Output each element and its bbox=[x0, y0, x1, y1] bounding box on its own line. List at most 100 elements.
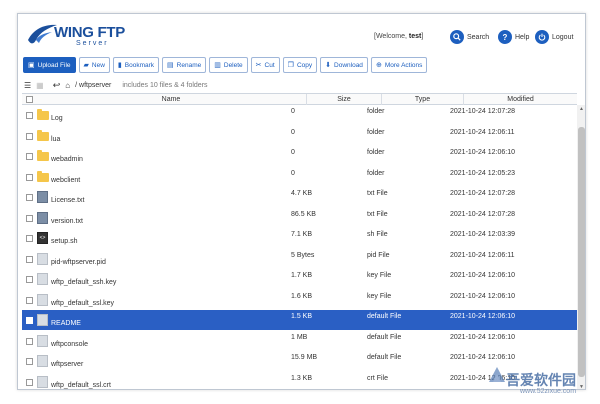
rename-icon: ▤ bbox=[167, 61, 174, 69]
row-checkbox[interactable] bbox=[26, 214, 33, 222]
search-link[interactable]: Search bbox=[450, 29, 489, 45]
file-size: 1 MB bbox=[291, 333, 308, 341]
row-checkbox[interactable] bbox=[26, 132, 33, 140]
text-file-icon bbox=[37, 191, 48, 203]
scrollbar[interactable]: ▲ ▼ bbox=[577, 105, 585, 389]
cut-button[interactable]: ✂ Cut bbox=[250, 57, 280, 73]
scissors-icon: ✂ bbox=[255, 61, 262, 69]
file-size: 1.3 KB bbox=[291, 374, 313, 382]
column-modified[interactable]: Modified bbox=[463, 94, 577, 105]
logout-link[interactable]: Logout bbox=[535, 29, 573, 45]
list-view-icon[interactable]: ☰ bbox=[24, 81, 31, 90]
row-checkbox[interactable] bbox=[26, 296, 33, 304]
table-row[interactable]: webadmin 0 folder 2021-10-24 12:06:10 bbox=[22, 146, 577, 166]
file-name: version.txt bbox=[51, 217, 83, 225]
row-checkbox[interactable] bbox=[26, 358, 33, 365]
scroll-up-icon[interactable]: ▲ bbox=[578, 106, 585, 112]
row-checkbox[interactable] bbox=[26, 337, 33, 345]
file-icon bbox=[37, 334, 48, 347]
watermark: 吾爱软件园 www.52zixue.com bbox=[486, 360, 596, 400]
table-row[interactable]: License.txt 4.7 KB txt File 2021-10-24 12:0… bbox=[22, 187, 577, 207]
table-row[interactable]: <> setup.sh 7.1 KB sh File 2021-10-24 12:03:… bbox=[22, 228, 577, 248]
bookmark-button[interactable]: ▮ Bookmark bbox=[112, 57, 160, 73]
row-checkbox[interactable] bbox=[26, 153, 33, 160]
row-checkbox[interactable] bbox=[26, 378, 33, 386]
file-modified: 2021-10-24 12:06:10 bbox=[450, 313, 515, 320]
table-row[interactable]: lua 0 folder 2021-10-24 12:06:11 bbox=[22, 126, 577, 146]
new-folder-icon: ▰ bbox=[83, 61, 89, 69]
file-type: txt File bbox=[367, 210, 388, 218]
file-modified: 2021-10-24 12:06:10 bbox=[450, 333, 515, 341]
row-checkbox[interactable] bbox=[26, 194, 33, 201]
file-type: folder bbox=[367, 149, 385, 156]
table-row[interactable]: wftpconsole 1 MB default File 2021-10-24 12… bbox=[22, 331, 577, 351]
folder-icon bbox=[37, 109, 49, 120]
new-button[interactable]: ▰ New bbox=[78, 57, 110, 73]
row-checkbox[interactable] bbox=[26, 317, 33, 324]
text-file-icon bbox=[37, 211, 48, 224]
file-size: 7.1 KB bbox=[291, 231, 313, 238]
file-modified: 2021-10-24 12:05:23 bbox=[450, 169, 515, 177]
more-actions-button[interactable]: ⊕ More Actions bbox=[370, 57, 428, 73]
file-modified: 2021-10-24 12:07:28 bbox=[450, 108, 515, 115]
row-checkbox[interactable] bbox=[26, 112, 33, 119]
help-link[interactable]: ? Help bbox=[498, 29, 529, 45]
file-modified: 2021-10-24 12:06:10 bbox=[450, 149, 515, 156]
app-window: WING FTP Server [Welcome, test] Search ?… bbox=[17, 13, 586, 390]
file-name: Log bbox=[51, 115, 63, 122]
back-arrow-icon[interactable]: ↩ bbox=[53, 80, 61, 91]
file-size: 15.9 MB bbox=[291, 354, 318, 361]
folder-summary: includes 10 files & 4 folders bbox=[122, 81, 208, 89]
file-size: 1.5 KB bbox=[291, 313, 313, 320]
file-type: folder bbox=[367, 169, 385, 177]
column-name[interactable]: Name bbox=[36, 94, 306, 105]
file-size: 0 bbox=[291, 169, 295, 177]
file-icon bbox=[37, 375, 48, 388]
table-row[interactable]: webclient 0 folder 2021-10-24 12:05:23 bbox=[22, 167, 577, 187]
help-icon: ? bbox=[498, 30, 512, 44]
row-checkbox[interactable] bbox=[26, 255, 33, 263]
column-size[interactable]: Size bbox=[306, 94, 381, 105]
table-row[interactable]: pid-wftpserver.pid 5 Bytes pid File 2021-10… bbox=[22, 249, 577, 269]
copy-button[interactable]: ❐ Copy bbox=[282, 57, 318, 73]
table-row[interactable]: wftp_default_ssh.key 1.7 KB key File 2021-1… bbox=[22, 269, 577, 289]
search-icon bbox=[450, 30, 464, 44]
scrollbar-thumb[interactable] bbox=[578, 127, 585, 377]
grid-view-icon[interactable]: ▦ bbox=[36, 81, 44, 90]
column-type[interactable]: Type bbox=[381, 94, 463, 105]
file-type: folder bbox=[367, 128, 385, 136]
username: test bbox=[408, 33, 422, 40]
table-row[interactable]: Log 0 folder 2021-10-24 12:07:28 bbox=[22, 105, 577, 125]
plus-circle-icon: ⊕ bbox=[375, 61, 382, 69]
upload-file-button[interactable]: ▣ Upload File bbox=[23, 57, 76, 73]
file-modified: 2021-10-24 12:06:10 bbox=[450, 272, 515, 279]
download-button[interactable]: ⬇ Download bbox=[320, 57, 368, 73]
file-name: webadmin bbox=[51, 156, 83, 163]
upload-icon: ▣ bbox=[28, 61, 35, 69]
bookmark-icon: ▮ bbox=[117, 61, 122, 69]
current-path: / wftpserver bbox=[75, 81, 112, 89]
file-size: 0 bbox=[291, 108, 295, 115]
table-row[interactable]: version.txt 86.5 KB txt File 2021-10-24 12:… bbox=[22, 208, 577, 228]
row-checkbox[interactable] bbox=[26, 173, 33, 181]
table-row[interactable]: README 1.5 KB default File 2021-10-24 12:06… bbox=[22, 310, 577, 330]
select-all-checkbox[interactable] bbox=[26, 96, 33, 103]
watermark-text: 吾爱软件园 bbox=[506, 372, 576, 388]
file-name: License.txt bbox=[51, 197, 85, 204]
script-file-icon: <> bbox=[37, 232, 48, 244]
file-name: pid-wftpserver.pid bbox=[51, 258, 106, 266]
file-list: Log 0 folder 2021-10-24 12:07:28 lua 0 folder 2… bbox=[22, 105, 577, 389]
logo[interactable]: WING FTP Server bbox=[26, 20, 126, 52]
rename-button[interactable]: ▤ Rename bbox=[162, 57, 207, 73]
home-icon[interactable]: ⌂ bbox=[65, 81, 70, 90]
file-modified: 2021-10-24 12:06:11 bbox=[450, 128, 515, 136]
file-type: default File bbox=[367, 333, 402, 341]
row-checkbox[interactable] bbox=[26, 235, 33, 242]
delete-button[interactable]: ▥ Delete bbox=[209, 57, 248, 73]
file-name: wftpserver bbox=[51, 361, 84, 368]
file-type: default File bbox=[367, 354, 402, 361]
file-icon bbox=[37, 273, 48, 285]
table-row[interactable]: wftp_default_ssl.key 1.6 KB key File 2021-1… bbox=[22, 290, 577, 310]
file-size: 4.7 KB bbox=[291, 190, 313, 197]
row-checkbox[interactable] bbox=[26, 276, 33, 283]
